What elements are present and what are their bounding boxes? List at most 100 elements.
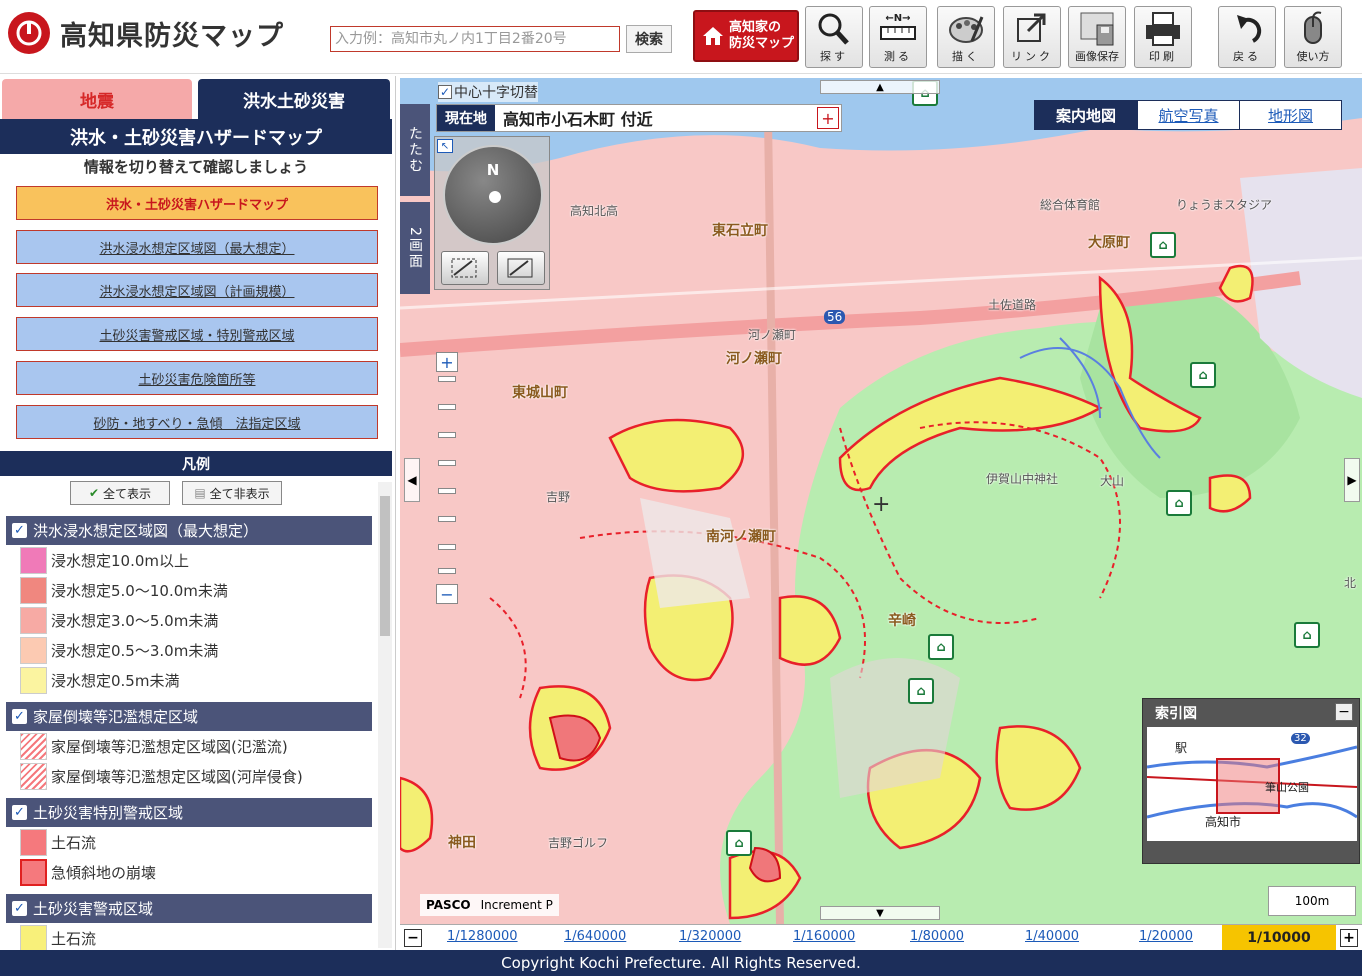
shelter-icon[interactable]: ⌂ (928, 634, 954, 660)
shelter-icon[interactable]: ⌂ (726, 830, 752, 856)
compass-control[interactable]: N (443, 145, 543, 245)
shelter-icon[interactable]: ⌂ (1190, 362, 1216, 388)
pan-left-arrow-icon[interactable]: ◀ (404, 458, 420, 502)
legend-scrollbar[interactable] (378, 482, 392, 948)
scale-active[interactable]: 1/10000 (1222, 925, 1336, 951)
place-label: 河ノ瀬町 (726, 351, 782, 367)
tab-earthquake[interactable]: 地震 (2, 79, 192, 119)
legend-category-label: 家屋倒壊等氾濫想定区域 (33, 708, 199, 726)
mouse-icon (1304, 11, 1322, 44)
legend-category-house-collapse[interactable]: ✓ 家屋倒壊等氾濫想定区域 (6, 702, 372, 731)
compass-center-icon[interactable] (489, 191, 501, 203)
hatched-swatch (20, 762, 47, 790)
basemap-tabs: 案内地図 航空写真 地形図 (1034, 100, 1342, 130)
zoom-tick[interactable] (438, 460, 456, 466)
zoom-tick[interactable] (438, 404, 456, 410)
shelter-icon[interactable]: ⌂ (1294, 622, 1320, 648)
header: 高知県防災マップ 検索 高知家の 防災マップ 探す ←N→ 測る 描く リンク (0, 0, 1362, 74)
pan-right-arrow-icon[interactable]: ▶ (1344, 458, 1360, 502)
tool-image-save-button[interactable]: 画像保存 (1068, 6, 1126, 68)
checkbox-icon[interactable]: ✓ (12, 523, 27, 538)
checkbox-icon[interactable]: ✓ (12, 901, 27, 916)
tool-measure-button[interactable]: ←N→ 測る (869, 6, 927, 68)
pan-up-arrow-icon[interactable]: ▲ (820, 80, 940, 94)
address-search-input[interactable] (330, 26, 620, 52)
split-screen-button[interactable]: 2画面 (400, 202, 430, 294)
location-value: 高知市小石木町 付近 (503, 110, 653, 129)
compass-north-label: N (486, 161, 500, 179)
basemap-terrain[interactable]: 地形図 (1239, 101, 1341, 129)
collapse-arrow-icon[interactable]: ↖ (437, 139, 453, 153)
scale-link[interactable]: 1/20000 (1139, 929, 1193, 944)
show-all-button[interactable]: ✔ 全て表示 (70, 481, 170, 505)
app-logo[interactable]: 高知県防災マップ (8, 12, 284, 54)
kochi-family-map-button[interactable]: 高知家の 防災マップ (693, 10, 799, 62)
legend-category-label: 洪水浸水想定区域図（最大想定） (33, 522, 259, 540)
menu-flood-max[interactable]: 洪水浸水想定区域図（最大想定） (16, 230, 378, 264)
zoom-tick[interactable] (438, 488, 456, 494)
tool-print-button[interactable]: 印刷 (1134, 6, 1192, 68)
scale-link[interactable]: 1/640000 (564, 929, 626, 944)
shelter-icon[interactable]: ⌂ (908, 678, 934, 704)
shelter-icon[interactable]: ⌂ (1150, 232, 1176, 258)
tool-search-button[interactable]: 探す (805, 6, 863, 68)
pan-down-arrow-icon[interactable]: ▼ (820, 906, 940, 920)
scale-zoom-out-icon[interactable]: − (404, 929, 422, 947)
menu-hazard-map[interactable]: 洪水・土砂災害ハザードマップ (16, 186, 378, 220)
zoom-slider-handle[interactable] (438, 376, 456, 382)
hide-all-button[interactable]: ▤ 全て非表示 (182, 481, 282, 505)
zoom-in-button[interactable]: + (436, 352, 458, 372)
index-park-label: 筆山公園 (1265, 781, 1309, 794)
legend-item: 浸水想定0.5m未満 (20, 666, 179, 694)
scale-zoom-in-icon[interactable]: + (1340, 929, 1358, 947)
fold-panel-button[interactable]: たたむ (400, 104, 430, 196)
checkbox-icon[interactable]: ✓ (12, 709, 27, 724)
tool-link-button[interactable]: リンク (1003, 6, 1061, 68)
scale-link[interactable]: 1/80000 (910, 929, 964, 944)
menu-landslide-zones[interactable]: 土砂災害警戒区域・特別警戒区域 (16, 317, 378, 351)
crosshair-toggle-label: 中心十字切替 (454, 85, 538, 101)
link-arrow-icon (1017, 13, 1046, 42)
index-map-view[interactable]: 駅 筆山公園 高知市 32 (1147, 727, 1357, 841)
tool-back-label: 戻る (1233, 50, 1261, 63)
zoom-out-button[interactable]: − (436, 584, 458, 604)
menu-erosion-control[interactable]: 砂防・地すべり・急傾 法指定区域 (16, 405, 378, 439)
zoom-tick[interactable] (438, 432, 456, 438)
tab-flood-landslide[interactable]: 洪水土砂災害 (198, 79, 390, 119)
checkbox-icon[interactable]: ✓ (438, 85, 452, 99)
zoom-tick[interactable] (438, 544, 456, 550)
legend-category-flood[interactable]: ✓ 洪水浸水想定区域図（最大想定） (6, 516, 372, 545)
search-button[interactable]: 検索 (626, 25, 672, 53)
menu-flood-plan[interactable]: 洪水浸水想定区域図（計画規模） (16, 273, 378, 307)
map-attribution: PASCO Increment P (420, 894, 559, 916)
minimize-icon[interactable]: − (1335, 703, 1353, 721)
zoom-tick[interactable] (438, 516, 456, 522)
scale-link[interactable]: 1/1280000 (447, 929, 518, 944)
scrollbar-thumb[interactable] (380, 496, 390, 636)
tool-help-button[interactable]: 使い方 (1284, 6, 1342, 68)
scale-link[interactable]: 1/40000 (1025, 929, 1079, 944)
legend-category-special-warning[interactable]: ✓ 土砂災害特別警戒区域 (6, 798, 372, 827)
center-crosshair-icon: + (872, 492, 891, 517)
basemap-guide[interactable]: 案内地図 (1035, 101, 1137, 129)
menu-landslide-danger[interactable]: 土砂災害危険箇所等 (16, 361, 378, 395)
index-route-label: 32 (1291, 733, 1310, 744)
locate-plus-icon[interactable]: + (817, 107, 839, 129)
legend-category-warning[interactable]: ✓ 土砂災害警戒区域 (6, 894, 372, 923)
tool-draw-button[interactable]: 描く (937, 6, 995, 68)
hide-all-label: 全て非表示 (209, 486, 270, 501)
scale-link[interactable]: 1/160000 (793, 929, 855, 944)
basemap-aerial[interactable]: 航空写真 (1137, 101, 1239, 129)
shelter-icon[interactable]: ⌂ (1166, 490, 1192, 516)
scale-link[interactable]: 1/320000 (679, 929, 741, 944)
legend-list[interactable]: ✓ 洪水浸水想定区域図（最大想定） 浸水想定10.0m以上 浸水想定5.0～10… (0, 512, 392, 950)
checkbox-icon[interactable]: ✓ (12, 805, 27, 820)
map-view[interactable]: 東石立町 大原町 河ノ瀬町 東城山町 南河ノ瀬町 神田 辛崎 りょうまスタジア … (400, 78, 1362, 924)
zoom-box-in-button[interactable] (441, 251, 489, 285)
tool-back-button[interactable]: 戻る (1218, 6, 1276, 68)
crosshair-toggle[interactable]: ✓ 中心十字切替 (438, 82, 538, 102)
zoom-tick[interactable] (438, 568, 456, 574)
zoom-box-out-button[interactable] (497, 251, 545, 285)
legend-item: 土石流 (20, 828, 96, 856)
zoom-slider[interactable]: + − (436, 352, 460, 606)
